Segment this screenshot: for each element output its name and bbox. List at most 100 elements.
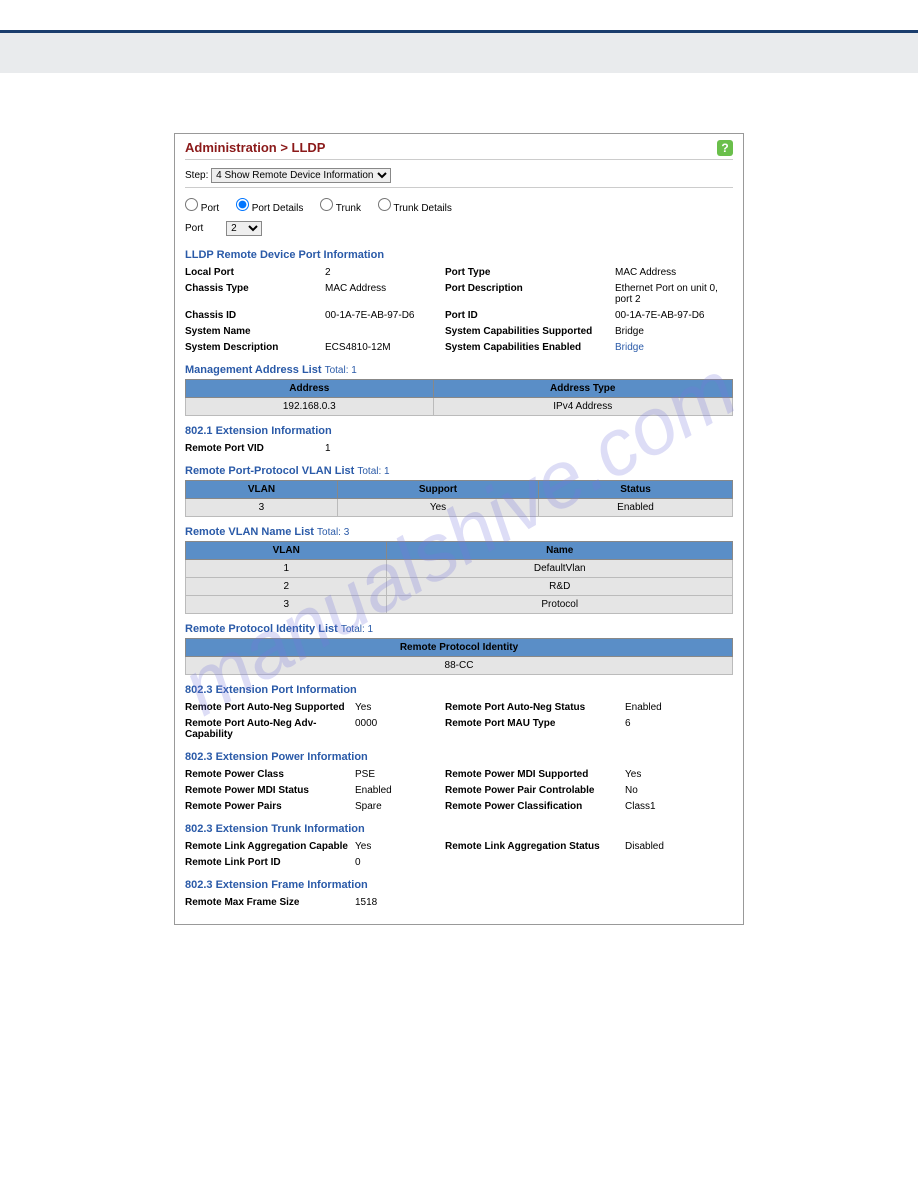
table-header: Address Type	[433, 380, 733, 398]
table-cell: Enabled	[539, 499, 733, 517]
field-value: Enabled	[625, 702, 705, 713]
field-value: Ethernet Port on unit 0, port 2	[615, 283, 735, 305]
lldp-panel: manualshive.com Administration > LLDP ? …	[174, 133, 744, 925]
table-header: Support	[337, 481, 538, 499]
field-label: Remote Power Classification	[445, 801, 625, 812]
table-cell: 88-CC	[186, 657, 733, 675]
field-value: PSE	[355, 769, 445, 780]
field-label: Chassis Type	[185, 283, 325, 305]
port-proto-vlan-table: VLANSupportStatus3YesEnabled	[185, 480, 733, 517]
field-label: System Capabilities Enabled	[445, 342, 615, 353]
table-header: Status	[539, 481, 733, 499]
field-label: Remote Power Pair Controlable	[445, 785, 625, 796]
field-value: Disabled	[625, 841, 705, 852]
field-value: Yes	[355, 841, 445, 852]
table-row: 88-CC	[186, 657, 733, 675]
table-header: Remote Protocol Identity	[186, 639, 733, 657]
field-value	[625, 857, 705, 868]
field-label: System Name	[185, 326, 325, 337]
port-select[interactable]: 2	[226, 221, 262, 236]
remote-port-vid-value: 1	[325, 443, 445, 454]
radio-port[interactable]: Port	[185, 203, 219, 214]
breadcrumb-text: Administration > LLDP	[185, 140, 325, 155]
breadcrumb: Administration > LLDP ?	[185, 140, 733, 160]
radio-trunk[interactable]: Trunk	[320, 203, 361, 214]
field-value: Enabled	[355, 785, 445, 796]
step-row: Step: 4 Show Remote Device Information	[185, 164, 733, 188]
table-cell: DefaultVlan	[387, 560, 733, 578]
table-cell: R&D	[387, 578, 733, 596]
step-label: Step:	[185, 170, 208, 181]
table-cell: 1	[186, 560, 387, 578]
field-value: Spare	[355, 801, 445, 812]
table-cell: 3	[186, 499, 338, 517]
table-header: VLAN	[186, 481, 338, 499]
field-value: 2	[325, 267, 445, 278]
field-label: Chassis ID	[185, 310, 325, 321]
help-icon[interactable]: ?	[717, 140, 733, 156]
section-8023-port-title: 802.3 Extension Port Information	[185, 679, 733, 699]
field-value: ECS4810-12M	[325, 342, 445, 353]
field-label: System Capabilities Supported	[445, 326, 615, 337]
ext-8023-trunk-grid: Remote Link Aggregation CapableYesRemote…	[185, 838, 733, 874]
table-row: 192.168.0.3IPv4 Address	[186, 398, 733, 416]
section-mgmt-addr-title: Management Address List Total: 1	[185, 359, 733, 379]
field-label: Remote Power Pairs	[185, 801, 355, 812]
port-label: Port	[185, 223, 203, 234]
section-8023-frame-title: 802.3 Extension Frame Information	[185, 874, 733, 894]
table-cell: Yes	[337, 499, 538, 517]
ext-8021-grid: Remote Port VID 1	[185, 440, 733, 460]
proto-id-table: Remote Protocol Identity88-CC	[185, 638, 733, 675]
field-label: Port Description	[445, 283, 615, 305]
table-cell: 3	[186, 596, 387, 614]
field-value: Bridge	[615, 342, 735, 353]
table-cell: 192.168.0.3	[186, 398, 434, 416]
field-value: Yes	[625, 769, 705, 780]
field-value: MAC Address	[615, 267, 735, 278]
vlan-name-table: VLANName1DefaultVlan2R&D3Protocol	[185, 541, 733, 614]
section-proto-id-title: Remote Protocol Identity List Total: 1	[185, 618, 733, 638]
table-row: 3Protocol	[186, 596, 733, 614]
table-row: 1DefaultVlan	[186, 560, 733, 578]
field-label: Port Type	[445, 267, 615, 278]
field-label: Remote Port Auto-Neg Adv-Capability	[185, 718, 355, 740]
table-cell: IPv4 Address	[433, 398, 733, 416]
ext-8023-power-grid: Remote Power ClassPSERemote Power MDI Su…	[185, 766, 733, 818]
table-row: 3YesEnabled	[186, 499, 733, 517]
table-header: Address	[186, 380, 434, 398]
remote-max-frame-label: Remote Max Frame Size	[185, 897, 355, 908]
field-value	[325, 326, 445, 337]
field-label	[445, 857, 625, 868]
table-row: 2R&D	[186, 578, 733, 596]
section-remote-port-title: LLDP Remote Device Port Information	[185, 244, 733, 264]
field-label: Port ID	[445, 310, 615, 321]
field-value: Yes	[355, 702, 445, 713]
field-value: 00-1A-7E-AB-97-D6	[615, 310, 735, 321]
field-value: MAC Address	[325, 283, 445, 305]
field-label: Remote Power MDI Supported	[445, 769, 625, 780]
field-value: Bridge	[615, 326, 735, 337]
field-label: Remote Link Aggregation Status	[445, 841, 625, 852]
field-label: Remote Port Auto-Neg Supported	[185, 702, 355, 713]
section-8023-power-title: 802.3 Extension Power Information	[185, 746, 733, 766]
field-label: Remote Power Class	[185, 769, 355, 780]
section-8021-title: 802.1 Extension Information	[185, 420, 733, 440]
field-value: 6	[625, 718, 705, 740]
step-select[interactable]: 4 Show Remote Device Information	[211, 168, 391, 183]
remote-port-vid-label: Remote Port VID	[185, 443, 325, 454]
section-port-proto-vlan-title: Remote Port-Protocol VLAN List Total: 1	[185, 460, 733, 480]
ext-8023-port-grid: Remote Port Auto-Neg SupportedYesRemote …	[185, 699, 733, 746]
field-value: 0000	[355, 718, 445, 740]
page-header-bar	[0, 33, 918, 73]
radio-port-details[interactable]: Port Details	[236, 203, 303, 214]
view-radio-group: Port Port Details Trunk Trunk Details	[185, 194, 733, 218]
field-value: Class1	[625, 801, 705, 812]
field-label: Remote Power MDI Status	[185, 785, 355, 796]
table-header: Name	[387, 542, 733, 560]
field-label: Local Port	[185, 267, 325, 278]
ext-8023-frame-grid: Remote Max Frame Size 1518	[185, 894, 733, 914]
radio-trunk-details[interactable]: Trunk Details	[378, 203, 452, 214]
remote-max-frame-value: 1518	[355, 897, 445, 908]
field-value: No	[625, 785, 705, 796]
field-label: Remote Link Aggregation Capable	[185, 841, 355, 852]
